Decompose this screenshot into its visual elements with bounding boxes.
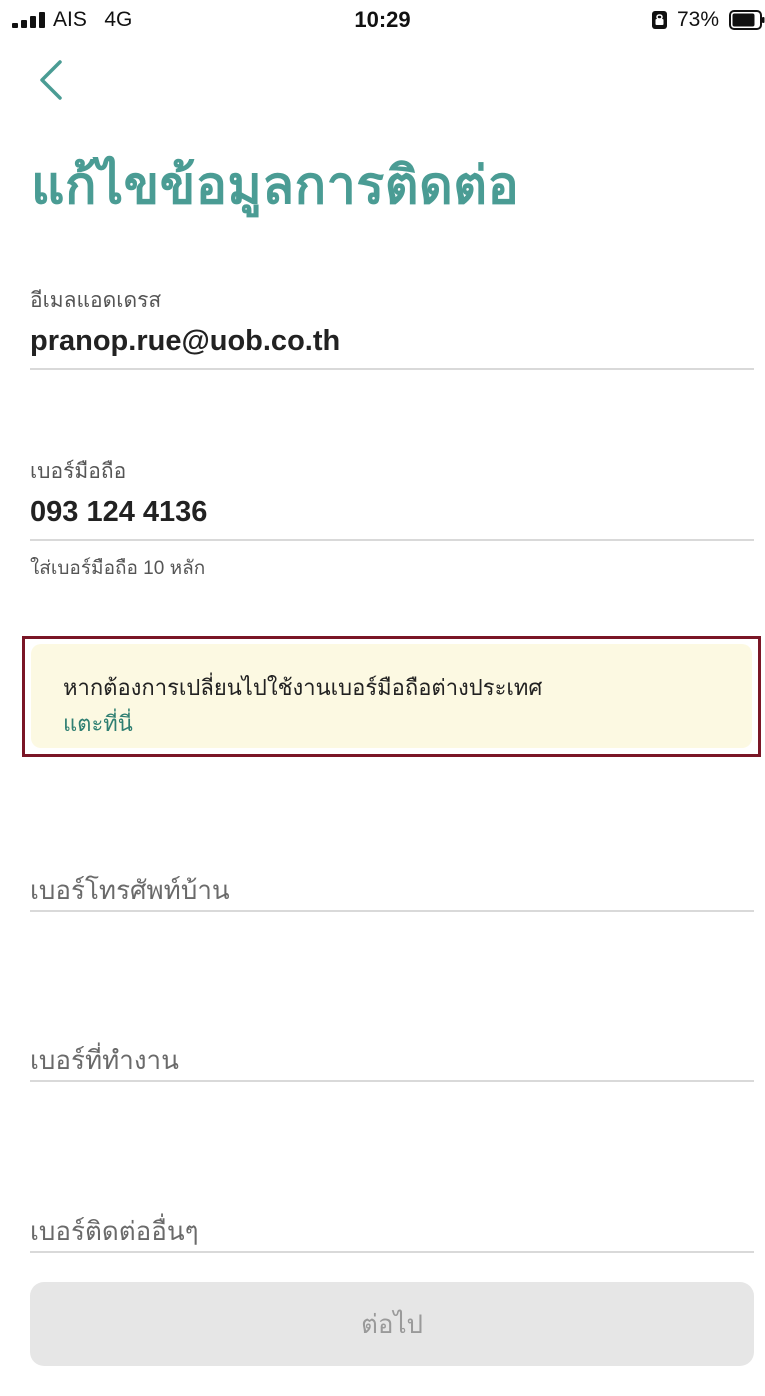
foreign-number-notice: หากต้องการเปลี่ยนไปใช้งานเบอร์มือถือต่าง…: [31, 644, 752, 748]
mobile-label: เบอร์มือถือ: [30, 460, 127, 483]
other-phone-field[interactable]: เบอร์ติดต่ออื่นๆ: [30, 1211, 754, 1255]
home-phone-placeholder: เบอร์โทรศัพท์บ้าน: [30, 875, 230, 905]
work-phone-field[interactable]: เบอร์ที่ทำงาน: [30, 1040, 754, 1084]
mobile-value[interactable]: 093 124 4136: [30, 496, 754, 529]
next-button-label: ต่อไป: [360, 1308, 424, 1339]
work-phone-underline: [30, 1080, 754, 1082]
battery-icon: [729, 10, 765, 30]
home-phone-field[interactable]: เบอร์โทรศัพท์บ้าน: [30, 870, 754, 914]
home-phone-underline: [30, 910, 754, 912]
work-phone-placeholder: เบอร์ที่ทำงาน: [30, 1045, 179, 1075]
mobile-field[interactable]: เบอร์มือถือ 093 124 4136: [30, 455, 754, 543]
orientation-lock-icon: [652, 11, 667, 29]
next-button[interactable]: ต่อไป: [30, 1282, 754, 1366]
other-phone-underline: [30, 1251, 754, 1253]
clock: 10:29: [354, 7, 411, 32]
chevron-left-icon: [40, 60, 62, 100]
email-value[interactable]: pranop.rue@uob.co.th: [30, 325, 754, 358]
notice-text: หากต้องการเปลี่ยนไปใช้งานเบอร์มือถือต่าง…: [63, 675, 543, 700]
edit-contact-screen: AIS 4G 10:29 73% แก้ไขข้อมูลการติดต่อ อี…: [0, 0, 765, 1396]
battery-percentage: 73%: [677, 8, 720, 31]
mobile-underline: [30, 539, 754, 541]
email-label: อีเมลแอดเดรส: [30, 289, 162, 312]
email-underline: [30, 368, 754, 370]
other-phone-placeholder: เบอร์ติดต่ออื่นๆ: [30, 1216, 199, 1246]
mobile-helper-text: ใส่เบอร์มือถือ 10 หลัก: [30, 558, 206, 579]
email-field[interactable]: อีเมลแอดเดรส pranop.rue@uob.co.th: [30, 284, 754, 372]
status-bar: AIS 4G 10:29 73%: [0, 0, 765, 40]
back-button[interactable]: [30, 56, 74, 104]
tap-here-link[interactable]: แตะที่นี่: [63, 706, 133, 741]
highlight-frame: หากต้องการเปลี่ยนไปใช้งานเบอร์มือถือต่าง…: [22, 636, 761, 757]
page-title: แก้ไขข้อมูลการติดต่อ: [31, 157, 520, 215]
